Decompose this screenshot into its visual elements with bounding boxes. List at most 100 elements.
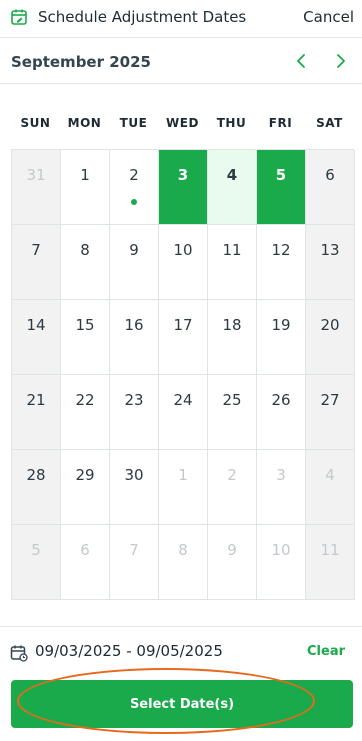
day-cell[interactable]: 1 bbox=[159, 450, 208, 525]
day-cell[interactable]: 30 bbox=[110, 450, 159, 525]
event-dot-indicator bbox=[131, 199, 137, 205]
day-cell[interactable]: 20 bbox=[306, 300, 355, 375]
day-number: 4 bbox=[226, 166, 238, 184]
day-number: 3 bbox=[177, 166, 189, 184]
divider bbox=[0, 626, 362, 627]
day-number: 3 bbox=[276, 466, 286, 484]
day-cell[interactable]: 26 bbox=[257, 375, 306, 450]
day-number: 6 bbox=[80, 541, 90, 559]
day-cell[interactable]: 9 bbox=[208, 525, 257, 600]
day-cell[interactable]: 3 bbox=[257, 450, 306, 525]
calendar-edit-icon bbox=[10, 8, 28, 26]
day-number: 23 bbox=[124, 391, 144, 409]
chevron-right-icon bbox=[337, 54, 345, 68]
day-cell[interactable]: 5 bbox=[12, 525, 61, 600]
weekday-label: THU bbox=[216, 116, 247, 130]
chevron-left-icon bbox=[297, 54, 305, 68]
weekday-header: SUN MON TUE WED THU FRI SAT bbox=[11, 116, 354, 134]
cancel-button[interactable]: Cancel bbox=[303, 8, 354, 26]
selected-range-text: 09/03/2025 - 09/05/2025 bbox=[35, 642, 223, 660]
day-cell[interactable]: 28 bbox=[12, 450, 61, 525]
day-number: 28 bbox=[26, 466, 46, 484]
day-cell[interactable]: 2 bbox=[208, 450, 257, 525]
day-number: 10 bbox=[173, 241, 193, 259]
day-cell[interactable]: 10 bbox=[159, 225, 208, 300]
day-cell[interactable]: 8 bbox=[159, 525, 208, 600]
day-number: 10 bbox=[271, 541, 291, 559]
day-number: 21 bbox=[26, 391, 46, 409]
day-number: 7 bbox=[31, 241, 41, 259]
weekday-label: SUN bbox=[20, 116, 51, 130]
month-navigation: September 2025 bbox=[0, 40, 362, 84]
day-cell[interactable]: 6 bbox=[61, 525, 110, 600]
day-cell[interactable]: 11 bbox=[306, 525, 355, 600]
day-number: 8 bbox=[80, 241, 90, 259]
day-cell[interactable]: 17 bbox=[159, 300, 208, 375]
day-number: 12 bbox=[271, 241, 291, 259]
day-number: 31 bbox=[26, 166, 46, 184]
day-cell[interactable]: 18 bbox=[208, 300, 257, 375]
page-title: Schedule Adjustment Dates bbox=[38, 8, 247, 26]
day-number: 9 bbox=[227, 541, 237, 559]
day-cell[interactable]: 6 bbox=[306, 150, 355, 225]
clear-button[interactable]: Clear bbox=[307, 644, 345, 659]
day-cell[interactable]: 8 bbox=[61, 225, 110, 300]
day-cell[interactable]: 5 bbox=[257, 150, 306, 225]
day-cell[interactable]: 3 bbox=[159, 150, 208, 225]
day-cell[interactable]: 4 bbox=[306, 450, 355, 525]
select-dates-button[interactable]: Select Date(s) bbox=[11, 680, 353, 728]
calendar-grid: 31 1 2 3 4 5 6 7 8 9 10 11 12 13 14 15 16 17 18 19 20 21 22 23 2… bbox=[11, 149, 355, 600]
day-cell[interactable]: 31 bbox=[12, 150, 61, 225]
day-number: 17 bbox=[173, 316, 193, 334]
day-cell[interactable]: 23 bbox=[110, 375, 159, 450]
day-cell[interactable]: 15 bbox=[61, 300, 110, 375]
day-cell[interactable]: 10 bbox=[257, 525, 306, 600]
calendar-range-icon bbox=[10, 644, 28, 662]
day-cell[interactable]: 16 bbox=[110, 300, 159, 375]
day-number: 2 bbox=[227, 466, 237, 484]
day-cell[interactable]: 1 bbox=[61, 150, 110, 225]
day-number: 30 bbox=[124, 466, 144, 484]
day-cell[interactable]: 4 bbox=[208, 150, 257, 225]
day-number: 11 bbox=[320, 541, 340, 559]
day-cell[interactable]: 22 bbox=[61, 375, 110, 450]
day-number: 2 bbox=[129, 166, 139, 184]
day-number: 9 bbox=[129, 241, 139, 259]
day-cell[interactable]: 25 bbox=[208, 375, 257, 450]
day-number: 29 bbox=[75, 466, 95, 484]
day-cell[interactable]: 19 bbox=[257, 300, 306, 375]
day-cell[interactable]: 11 bbox=[208, 225, 257, 300]
day-number: 24 bbox=[173, 391, 193, 409]
next-month-button[interactable] bbox=[328, 48, 354, 74]
prev-month-button[interactable] bbox=[288, 48, 314, 74]
day-cell[interactable]: 29 bbox=[61, 450, 110, 525]
day-cell[interactable]: 14 bbox=[12, 300, 61, 375]
day-cell[interactable]: 24 bbox=[159, 375, 208, 450]
day-cell[interactable]: 7 bbox=[12, 225, 61, 300]
weekday-label: FRI bbox=[268, 116, 293, 130]
day-number: 15 bbox=[75, 316, 95, 334]
weekday-label: MON bbox=[67, 116, 102, 130]
day-number: 20 bbox=[320, 316, 340, 334]
day-number: 1 bbox=[178, 466, 188, 484]
day-number: 19 bbox=[271, 316, 291, 334]
day-cell[interactable]: 13 bbox=[306, 225, 355, 300]
weekday-label: SAT bbox=[316, 116, 343, 130]
day-number: 16 bbox=[124, 316, 144, 334]
day-number: 8 bbox=[178, 541, 188, 559]
day-number: 6 bbox=[325, 166, 335, 184]
select-dates-label: Select Date(s) bbox=[129, 696, 235, 712]
day-cell[interactable]: 12 bbox=[257, 225, 306, 300]
day-number: 11 bbox=[222, 241, 242, 259]
day-cell[interactable]: 9 bbox=[110, 225, 159, 300]
day-cell[interactable]: 27 bbox=[306, 375, 355, 450]
day-number: 14 bbox=[26, 316, 46, 334]
day-cell[interactable]: 21 bbox=[12, 375, 61, 450]
header-bar: Schedule Adjustment Dates Cancel bbox=[0, 0, 362, 38]
day-number: 22 bbox=[75, 391, 95, 409]
day-number: 18 bbox=[222, 316, 242, 334]
day-cell[interactable]: 2 bbox=[110, 150, 159, 225]
weekday-label: WED bbox=[166, 116, 199, 130]
day-cell[interactable]: 7 bbox=[110, 525, 159, 600]
day-number: 27 bbox=[320, 391, 340, 409]
